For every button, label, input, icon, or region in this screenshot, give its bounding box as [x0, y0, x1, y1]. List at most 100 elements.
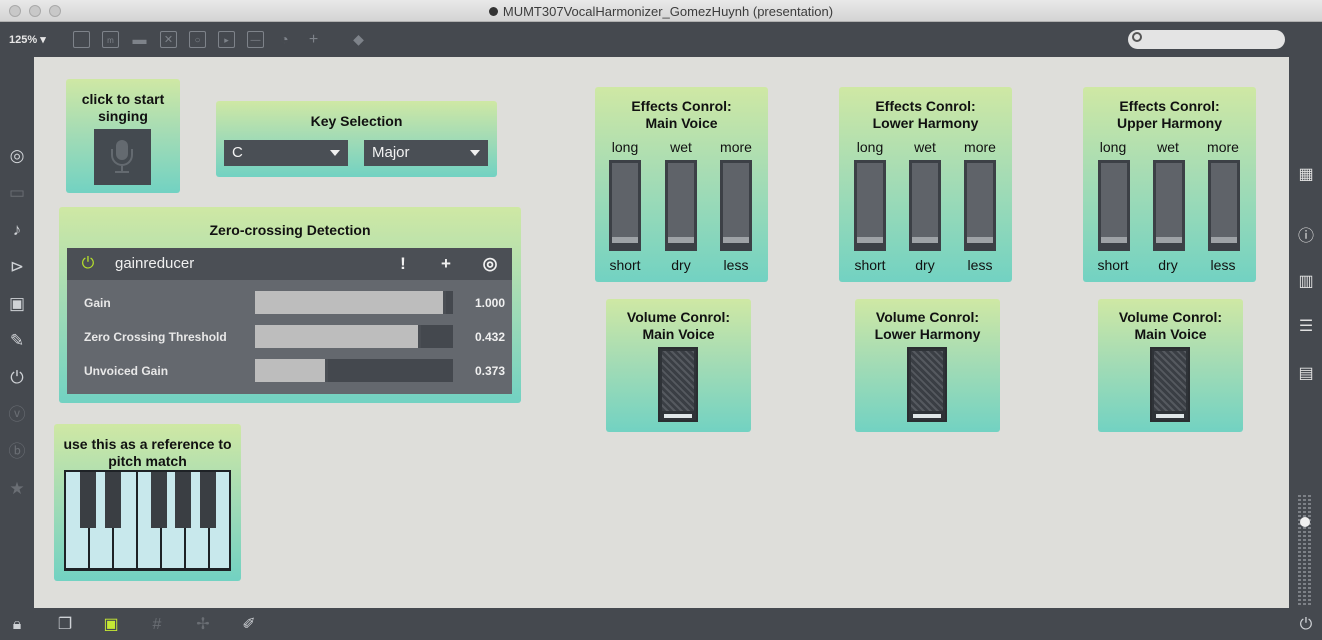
fx-top-label: more	[964, 139, 996, 155]
target-icon[interactable]: ◎	[480, 254, 500, 274]
effects-title: Effects Conrol: Main Voice	[631, 98, 732, 131]
fx-top-label: wet	[670, 139, 692, 155]
button-object-icon[interactable]: ○	[189, 31, 206, 48]
b-logo-icon[interactable]: ⓑ	[7, 442, 27, 462]
fx-top-label: long	[611, 139, 639, 155]
presentation-mode-icon[interactable]: ▣	[101, 615, 121, 635]
volume-level-bar	[1156, 414, 1184, 418]
fx-slider[interactable]	[665, 160, 697, 251]
fx-slider-thumb[interactable]	[967, 237, 993, 243]
mode-dropdown[interactable]: Major	[364, 140, 488, 166]
windows-icon[interactable]: ❐	[55, 615, 75, 635]
black-key[interactable]	[105, 472, 121, 528]
fx-slider-thumb[interactable]	[668, 237, 694, 243]
number-box-icon[interactable]: ▸	[218, 31, 235, 48]
exclamation-icon[interactable]: !	[393, 254, 413, 274]
chevron-down-icon	[470, 150, 480, 156]
fx-bottom-label: dry	[915, 257, 935, 273]
piano-keyboard[interactable]	[64, 470, 231, 571]
grid-icon[interactable]: ▦	[1296, 165, 1316, 185]
list-icon[interactable]: ☰	[1296, 317, 1316, 337]
fx-slider[interactable]	[1208, 160, 1240, 251]
volume-slider[interactable]	[907, 347, 947, 422]
presentation-icon[interactable]: ▭	[7, 183, 27, 203]
power-icon[interactable]: ⏻	[1296, 615, 1316, 635]
zero-crossing-threshold-slider[interactable]	[255, 325, 453, 348]
fx-slider-thumb[interactable]	[612, 237, 638, 243]
target-icon[interactable]: ◎	[7, 146, 27, 166]
music-note-icon[interactable]: ♪	[7, 220, 27, 240]
fx-bottom-label: short	[854, 257, 886, 273]
fx-slider-fill	[612, 163, 638, 237]
message-box-icon[interactable]: m	[102, 31, 119, 48]
fx-slider-thumb[interactable]	[723, 237, 749, 243]
fx-slider-fill	[912, 163, 938, 237]
wrench-icon[interactable]: ✐	[239, 615, 259, 635]
fx-slider[interactable]	[609, 160, 641, 251]
fx-top-label: more	[1207, 139, 1239, 155]
microphone-button[interactable]	[94, 129, 151, 185]
fx-slider-thumb[interactable]	[1211, 237, 1237, 243]
star-icon[interactable]: ★	[7, 479, 27, 499]
fx-slider-fill	[1101, 163, 1127, 237]
new-object-icon[interactable]	[73, 31, 90, 48]
volume-slider[interactable]	[1150, 347, 1190, 422]
dial-icon[interactable]: ◔	[276, 31, 293, 48]
snap-icon[interactable]: ✢	[193, 615, 213, 635]
toolbar: 125% ▾ m ▬ ✕ ○ ▸ — ◔ + ◆	[0, 22, 1322, 57]
search-icon	[1132, 32, 1142, 42]
fx-top-label: wet	[1157, 139, 1179, 155]
window-title-text: MUMT307VocalHarmonizer_GomezHuynh (prese…	[502, 4, 834, 19]
unvoiced-gain-slider[interactable]	[255, 359, 453, 382]
slider-handle[interactable]	[418, 325, 421, 348]
fx-slider-thumb[interactable]	[1101, 237, 1127, 243]
output-level-meter[interactable]	[1296, 495, 1316, 605]
search-input[interactable]	[1128, 30, 1285, 49]
fx-slider[interactable]	[854, 160, 886, 251]
fx-slider[interactable]	[720, 160, 752, 251]
toggle-icon[interactable]: ✕	[160, 31, 177, 48]
v-logo-icon[interactable]: ⓥ	[7, 405, 27, 425]
slider-object-icon[interactable]: —	[247, 31, 264, 48]
paperclip-icon[interactable]: ✎	[7, 331, 27, 351]
add-icon[interactable]: +	[436, 254, 456, 274]
black-key[interactable]	[175, 472, 191, 528]
reference-icon[interactable]: ▤	[1296, 364, 1316, 384]
grid-icon[interactable]: #	[147, 615, 167, 635]
add-object-icon[interactable]: +	[305, 31, 322, 48]
gain-slider[interactable]	[255, 291, 453, 314]
fx-slider[interactable]	[909, 160, 941, 251]
black-key[interactable]	[200, 472, 216, 528]
title-bar: MUMT307VocalHarmonizer_GomezHuynh (prese…	[0, 0, 1322, 22]
effects-panel-lower-harmony: Effects Conrol: Lower Harmony long wet mo…	[839, 87, 1012, 282]
black-key[interactable]	[151, 472, 167, 528]
book-icon[interactable]: ▥	[1296, 272, 1316, 292]
slider-handle[interactable]	[443, 291, 446, 314]
bottom-toolbar: 🔒︎ ❐ ▣ # ✢ ✐ ⏻	[0, 608, 1322, 640]
play-list-icon[interactable]: ⊳	[7, 257, 27, 277]
fx-slider[interactable]	[1098, 160, 1130, 251]
black-key[interactable]	[80, 472, 96, 528]
fx-slider[interactable]	[964, 160, 996, 251]
patcher-canvas: click to start singing Key Selection C M…	[34, 57, 1289, 608]
volume-panel-main-voice: Volume Conrol: Main Voice	[606, 299, 751, 432]
paint-bucket-icon[interactable]: ◆	[350, 31, 367, 48]
zoom-menu[interactable]: 125% ▾	[9, 33, 46, 46]
device-name: gainreducer	[115, 255, 195, 272]
image-icon[interactable]: ▣	[7, 294, 27, 314]
volume-slider[interactable]	[658, 347, 698, 422]
chevron-down-icon	[330, 150, 340, 156]
comment-icon[interactable]: ▬	[131, 31, 148, 48]
slider-handle[interactable]	[325, 359, 328, 382]
plug-icon[interactable]: ⏻	[7, 368, 27, 388]
info-icon[interactable]: ⓘ	[1296, 227, 1316, 247]
key-dropdown[interactable]: C	[224, 140, 348, 166]
level-knob[interactable]	[1300, 517, 1310, 527]
fx-slider-thumb[interactable]	[1156, 237, 1182, 243]
fx-slider-thumb[interactable]	[857, 237, 883, 243]
fx-slider[interactable]	[1153, 160, 1185, 251]
power-icon[interactable]: ⏻	[79, 255, 97, 273]
fx-slider-fill	[723, 163, 749, 237]
fx-slider-thumb[interactable]	[912, 237, 938, 243]
lock-icon[interactable]: 🔒︎	[7, 615, 27, 635]
